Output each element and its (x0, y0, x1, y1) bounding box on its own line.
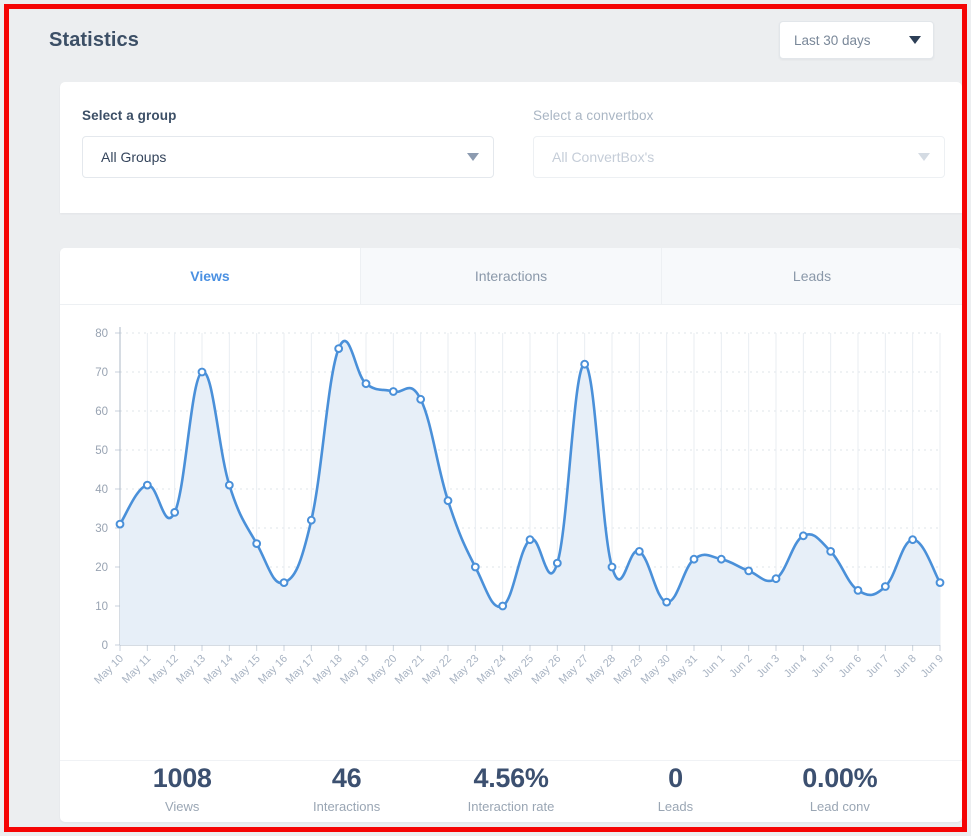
svg-text:0: 0 (102, 640, 108, 652)
date-range-value: Last 30 days (794, 32, 871, 48)
svg-text:May 23: May 23 (447, 653, 481, 687)
svg-text:20: 20 (95, 562, 108, 574)
group-filter: Select a group All Groups (82, 108, 511, 213)
tab-views[interactable]: Views (60, 248, 361, 304)
svg-text:May 12: May 12 (147, 653, 181, 687)
stat-leads-value: 0 (668, 763, 683, 794)
group-select[interactable]: All Groups (82, 136, 494, 178)
svg-text:May 28: May 28 (584, 653, 618, 687)
svg-text:60: 60 (95, 406, 108, 418)
svg-text:May 27: May 27 (557, 653, 591, 687)
stat-lead-conv-caption: Lead conv (809, 798, 870, 814)
stat-leads-caption: Leads (657, 798, 694, 814)
svg-text:Jun 3: Jun 3 (755, 653, 783, 681)
convertbox-select-placeholder: All ConvertBox's (552, 149, 655, 165)
svg-text:May 15: May 15 (229, 653, 263, 687)
svg-text:May 24: May 24 (475, 653, 509, 687)
stat-lead-conv: 0.00% Lead conv (758, 763, 922, 813)
svg-text:Jun 4: Jun 4 (782, 653, 810, 681)
svg-text:May 19: May 19 (338, 653, 372, 687)
date-range-dropdown[interactable]: Last 30 days (779, 21, 934, 59)
stat-views: 1008 Views (100, 763, 264, 813)
svg-text:May 31: May 31 (666, 653, 700, 687)
svg-text:May 18: May 18 (311, 653, 345, 687)
svg-text:May 17: May 17 (283, 653, 317, 687)
convertbox-filter-label: Select a convertbox (533, 108, 654, 123)
stat-interaction-rate-value: 4.56% (473, 763, 549, 794)
chart-plot-area: 0 10 20 30 40 50 60 70 80 May 10 May 11 May 12 May 1… (60, 305, 962, 760)
svg-text:May 30: May 30 (639, 653, 673, 687)
svg-text:May 25: May 25 (502, 653, 536, 687)
stat-interactions: 46 Interactions (264, 763, 428, 813)
svg-text:May 22: May 22 (420, 653, 454, 687)
stat-interaction-rate: 4.56% Interaction rate (429, 763, 593, 813)
svg-text:May 16: May 16 (256, 653, 290, 687)
stat-views-caption: Views (164, 798, 200, 814)
svg-text:Jun 9: Jun 9 (919, 653, 947, 681)
convertbox-filter: Select a convertbox All ConvertBox's (533, 108, 962, 213)
chevron-down-icon (467, 153, 479, 161)
svg-text:May 14: May 14 (201, 653, 235, 687)
svg-text:80: 80 (95, 328, 108, 340)
svg-text:Jun 1: Jun 1 (700, 653, 728, 681)
stat-lead-conv-value: 0.00% (802, 763, 878, 794)
stat-interactions-caption: Interactions (313, 798, 381, 814)
svg-text:May 10: May 10 (92, 653, 126, 687)
svg-text:10: 10 (95, 601, 108, 613)
tab-interactions[interactable]: Interactions (361, 248, 662, 304)
svg-text:May 13: May 13 (174, 653, 208, 687)
chart-card: Views Interactions Leads 0 10 20 30 40 50 60 70… (60, 248, 962, 822)
svg-text:Jun 2: Jun 2 (727, 653, 755, 681)
convertbox-select[interactable]: All ConvertBox's (533, 136, 945, 178)
svg-text:Jun 7: Jun 7 (864, 653, 892, 681)
svg-text:Jun 6: Jun 6 (837, 653, 865, 681)
page-title: Statistics (49, 28, 139, 51)
svg-text:50: 50 (95, 445, 108, 457)
chevron-down-icon (909, 36, 921, 44)
stat-interaction-rate-caption: Interaction rate (467, 798, 555, 814)
views-area-chart: 01020304050607080May 10May 11May 12May 1… (92, 327, 947, 687)
svg-text:May 20: May 20 (365, 653, 399, 687)
group-select-value: All Groups (101, 149, 167, 165)
svg-text:Jun 8: Jun 8 (891, 653, 919, 681)
stat-interactions-value: 46 (331, 763, 362, 794)
chevron-down-icon (918, 153, 930, 161)
svg-text:40: 40 (95, 484, 108, 496)
stat-views-value: 1008 (152, 763, 212, 794)
filters-card: Select a group All Groups Select a conve… (60, 82, 962, 213)
summary-stats: 1008 Views 46 Interactions 4.56% Interac… (60, 760, 962, 822)
page-header: Statistics Last 30 days (9, 9, 962, 71)
svg-text:30: 30 (95, 523, 108, 535)
svg-text:May 29: May 29 (611, 653, 645, 687)
statistics-page: Statistics Last 30 days Select a group A… (0, 0, 971, 836)
svg-text:70: 70 (95, 367, 108, 379)
svg-text:May 26: May 26 (529, 653, 563, 687)
chart-tabs: Views Interactions Leads (60, 248, 962, 305)
tab-leads[interactable]: Leads (662, 248, 962, 304)
svg-text:Jun 5: Jun 5 (809, 653, 837, 681)
svg-text:May 21: May 21 (393, 653, 427, 687)
stat-leads: 0 Leads (593, 763, 757, 813)
group-filter-label: Select a group (82, 108, 177, 123)
